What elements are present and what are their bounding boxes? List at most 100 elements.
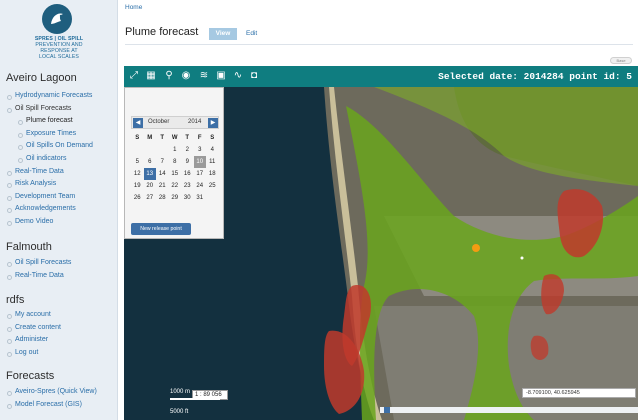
calendar-day[interactable]: 15 [169,168,182,180]
calendar-day[interactable]: 22 [169,180,182,192]
nav-item-my-account[interactable]: My account [6,309,61,322]
nav-item-hydrodynamic-forecasts[interactable]: Hydrodynamic Forecasts [6,90,93,103]
target-icon[interactable]: ◉ [179,69,193,83]
nav-item-oil-spills-on-demand[interactable]: Oil Spills On Demand [6,140,93,153]
nav-item-real-time-data[interactable]: Real-Time Data [6,166,93,179]
calendar-week-row: 5 6 7 8 9 10 11 [131,156,219,168]
nav-item-log-out[interactable]: Log out [6,347,61,360]
calendar-day[interactable]: 17 [194,168,207,180]
tab-view[interactable]: View [209,28,237,40]
search-icon[interactable]: ⚲ [162,69,176,83]
calendar-day[interactable]: 18 [206,168,219,180]
calendar-day-today[interactable]: 10 [193,156,206,168]
nav-item-demo-video[interactable]: Demo Video [6,216,93,229]
calendar-icon[interactable]: ▦ [144,69,158,83]
calendar-day[interactable]: 3 [194,144,207,156]
weekday-label: T [160,135,165,141]
download-icon[interactable]: ▣ [214,69,228,83]
calendar-day[interactable]: 20 [144,180,157,192]
calendar-week-row: 12 13 14 15 16 17 18 [131,168,219,180]
nav-item-exposure-times[interactable]: Exposure Times [6,128,93,141]
calendar-day[interactable]: 6 [144,156,157,168]
calendar-day[interactable]: 16 [181,168,194,180]
nav-item-oil-spill-forecasts[interactable]: Oil Spill Forecasts [6,103,93,116]
camera-icon[interactable]: ◘ [247,69,261,83]
calendar-day[interactable]: 26 [131,192,144,204]
calendar-day[interactable]: 7 [156,156,169,168]
nav-item-plume-forecast[interactable]: Plume forecast [6,115,93,128]
base-layer-pill[interactable]: Base [610,57,632,64]
expand-icon[interactable]: ⤢ [127,69,141,83]
calendar-day[interactable] [131,144,144,156]
coordinates-readout: -8.709100, 40.625945 [522,388,636,398]
calendar-month[interactable]: October [148,119,169,125]
calendar-day[interactable]: 4 [206,144,219,156]
calendar-day[interactable]: 8 [169,156,182,168]
nav-list-falmouth: Oil Spill Forecasts Real-Time Data [6,257,71,282]
scale-imperial-label: 5000 ft [170,409,189,415]
calendar-day[interactable]: 23 [181,180,194,192]
time-slider-handle[interactable] [384,407,390,413]
calendar-day-selected[interactable]: 13 [143,168,156,180]
divider [125,44,633,45]
waveform-icon[interactable]: ∿ [231,69,245,83]
logo-text: SPRES | OIL SPILL PREVENTION AND RESPONS… [34,36,84,60]
calendar-day[interactable]: 5 [131,156,144,168]
calendar-day[interactable]: 24 [194,180,207,192]
section-title-aveiro: Aveiro Lagoon [6,72,77,84]
calendar-day[interactable]: 31 [194,192,207,204]
calendar-header: ◀ October 2014 ▶ [131,116,219,129]
weekday-label: F [197,135,202,141]
tab-edit[interactable]: Edit [246,28,257,40]
nav-item-acknowledgements[interactable]: Acknowledgements [6,203,93,216]
calendar-day[interactable]: 19 [131,180,144,192]
calendar-week-row: 26 27 28 29 30 31 [131,192,219,204]
new-release-point-button[interactable]: New release point [131,223,191,235]
calendar-day[interactable]: 11 [206,156,219,168]
calendar-day[interactable]: 14 [156,168,169,180]
calendar-day[interactable] [156,144,169,156]
calendar-grid: S M T W T F S 1 2 3 4 5 6 7 8 9 10 11 12… [131,132,219,204]
calendar-day[interactable]: 21 [156,180,169,192]
selected-date-status: Selected date: 2014284 point id: 5 [438,71,632,82]
nav-item-risk-analysis[interactable]: Risk Analysis [6,178,93,191]
section-title-falmouth: Falmouth [6,241,52,253]
main-content: Home Plume forecast View Edit Base ⤢ ▦ ⚲ [118,0,640,420]
prev-month-button[interactable]: ◀ [133,118,143,128]
calendar-day[interactable]: 30 [181,192,194,204]
logo-emblem-icon [42,4,72,34]
calendar-day[interactable]: 12 [131,168,144,180]
nav-item-create-content[interactable]: Create content [6,322,61,335]
map-toolbar: ⤢ ▦ ⚲ ◉ ≋ ▣ ∿ ◘ Selected date: 2014284 p… [124,66,638,87]
scale-bar [170,398,220,400]
calendar-day[interactable]: 29 [169,192,182,204]
calendar-day[interactable]: 9 [181,156,194,168]
breadcrumb-home[interactable]: Home [125,4,142,11]
sidebar: SPRES | OIL SPILL PREVENTION AND RESPONS… [0,0,118,420]
weekday-label: T [185,135,190,141]
weekday-label: W [171,135,178,141]
nav-item-model-forecast-gis[interactable]: Model Forecast (GIS) [6,399,97,412]
wifi-icon[interactable]: ≋ [197,69,211,83]
next-month-button[interactable]: ▶ [208,118,218,128]
nav-item-falmouth-oil-spill-forecasts[interactable]: Oil Spill Forecasts [6,257,71,270]
nav-item-development-team[interactable]: Development Team [6,191,93,204]
section-title-forecasts: Forecasts [6,370,55,382]
calendar-day[interactable] [206,192,219,204]
calendar-day[interactable]: 28 [156,192,169,204]
spres-logo[interactable]: SPRES | OIL SPILL PREVENTION AND RESPONS… [6,4,112,62]
nav-item-falmouth-real-time-data[interactable]: Real-Time Data [6,270,71,283]
calendar-day[interactable] [144,144,157,156]
calendar-year[interactable]: 2014 [188,119,201,125]
weekday-label: S [135,135,140,141]
calendar-day[interactable]: 27 [144,192,157,204]
nav-item-oil-indicators[interactable]: Oil indicators [6,153,93,166]
time-slider[interactable] [380,407,638,413]
nav-list-aveiro: Hydrodynamic Forecasts Oil Spill Forecas… [6,90,93,229]
nav-item-administer[interactable]: Administer [6,334,61,347]
nav-item-aveiro-spres-quick-view[interactable]: Aveiro-Spres (Quick View) [6,386,97,399]
calendar-day[interactable]: 25 [206,180,219,192]
map-viewport[interactable]: ⤢ ▦ ⚲ ◉ ≋ ▣ ∿ ◘ Selected date: 2014284 p… [124,66,638,420]
calendar-day[interactable]: 2 [181,144,194,156]
calendar-day[interactable]: 1 [169,144,182,156]
